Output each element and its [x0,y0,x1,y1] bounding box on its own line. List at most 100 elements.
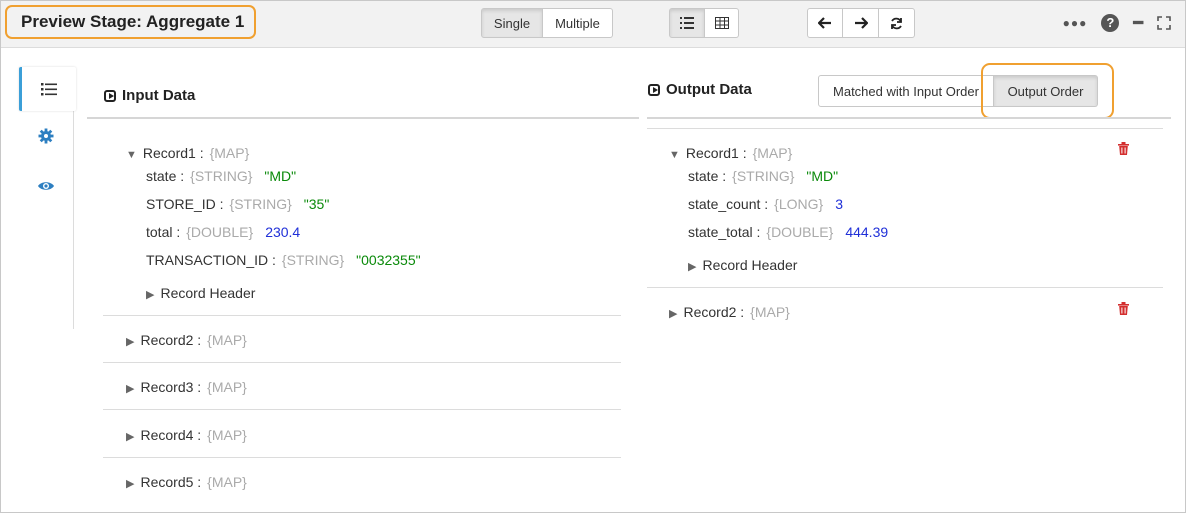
field-value: "0032355" [356,252,421,268]
divider [647,287,1163,288]
previous-button[interactable] [807,8,843,38]
caret-right-icon: ▶ [669,308,678,320]
record-label: Record5 : [140,474,202,490]
record-type: {MAP} [209,145,250,161]
record-label: Record2 : [683,304,745,320]
minimize-icon[interactable]: ━ [1133,13,1143,33]
record-label: Record3 : [140,379,202,395]
record-type: {MAP} [752,145,793,161]
preview-mode-toggle: Single Multiple [481,8,613,38]
divider [103,315,621,316]
window-controls: ●●● ? ━ [1063,13,1171,33]
input-record1[interactable]: ▼ Record1 : {MAP} [126,145,249,161]
table-view-button[interactable] [705,8,739,38]
output-record1[interactable]: ▼ Record1 : {MAP} [669,145,792,161]
side-navigation [19,67,76,329]
field-type: {LONG} [774,196,824,212]
caret-right-icon: ▶ [688,261,697,273]
arrow-left-icon [818,17,831,29]
input-record4[interactable]: ▶ Record4 : {MAP} [126,427,247,443]
record-type: {MAP} [207,427,247,443]
caret-right-icon: ▶ [126,478,135,490]
input-field-total: total : {DOUBLE} 230.4 [146,224,300,240]
field-value: 3 [835,196,843,212]
caret-down-icon: ▼ [669,149,680,161]
record-header-label: Record Header [702,257,798,273]
field-type: {DOUBLE} [186,224,254,240]
record-type: {MAP} [207,379,247,395]
refresh-icon [891,17,902,29]
single-button[interactable]: Single [481,8,543,38]
field-type: {STRING} [732,168,795,184]
field-name: STORE_ID : [146,196,224,212]
field-value: 230.4 [265,224,301,240]
caret-right-icon: ▶ [126,431,135,443]
input-record3[interactable]: ▶ Record3 : {MAP} [126,379,247,395]
nav-records[interactable] [19,67,76,111]
next-button[interactable] [843,8,879,38]
record-type: {MAP} [207,474,247,490]
caret-right-icon: ▶ [126,336,135,348]
caret-right-icon: ▶ [126,383,135,395]
output-field-state: state : {STRING} "MD" [688,168,838,184]
trash-icon [1118,142,1129,155]
record-navigation [807,8,915,38]
divider [103,409,621,410]
field-name: state : [146,168,185,184]
input-data-title: Input Data [104,87,195,104]
caret-down-icon: ▼ [126,149,137,161]
output-field-state-total: state_total : {DOUBLE} 444.39 [688,224,888,240]
nav-preview[interactable] [19,164,73,208]
field-value: "35" [303,196,330,212]
divider [647,128,1163,129]
delete-record1-button[interactable] [1118,142,1129,158]
record-type: {MAP} [207,332,247,348]
output-data-title: Output Data [648,81,752,98]
list-view-button[interactable] [669,8,705,38]
delete-record2-button[interactable] [1118,302,1129,318]
output-record2[interactable]: ▶ Record2 : {MAP} [669,304,790,320]
record-label: Record1 : [142,145,204,161]
input-field-store-id: STORE_ID : {STRING} "35" [146,196,329,212]
nav-configuration[interactable] [19,114,73,158]
output-data-label: Output Data [666,81,752,98]
input-field-transaction-id: TRANSACTION_ID : {STRING} "0032355" [146,252,421,268]
trash-icon [1118,302,1129,315]
play-icon [104,89,116,102]
field-type: {STRING} [229,196,292,212]
input-record5[interactable]: ▶ Record5 : {MAP} [126,474,247,490]
divider [103,362,621,363]
field-value: "MD" [806,168,839,184]
field-type: {STRING} [281,252,345,268]
help-icon[interactable]: ? [1101,14,1120,32]
multiple-button[interactable]: Multiple [543,8,613,38]
refresh-button[interactable] [879,8,915,38]
record-type: {MAP} [750,304,790,320]
output-record-header[interactable]: ▶ Record Header [688,257,797,273]
input-record-header[interactable]: ▶ Record Header [146,285,255,301]
divider [647,117,1171,119]
field-name: state_total : [688,224,761,240]
input-data-label: Input Data [122,87,196,104]
table-view-icon [714,17,729,29]
input-field-state: state : {STRING} "MD" [146,168,296,184]
list-icon [41,82,57,95]
divider [87,117,639,119]
expand-icon[interactable] [1157,16,1171,30]
record-header-label: Record Header [160,285,256,301]
arrow-right-icon [854,17,868,29]
field-value: 444.39 [845,224,889,240]
matched-input-order-button[interactable]: Matched with Input Order [818,75,994,107]
field-name: TRANSACTION_ID : [146,252,276,268]
field-type: {DOUBLE} [766,224,834,240]
field-value: "MD" [264,168,297,184]
input-record2[interactable]: ▶ Record2 : {MAP} [126,332,247,348]
more-icon[interactable]: ●●● [1063,16,1088,30]
field-name: state_count : [688,196,769,212]
page-title: Preview Stage: Aggregate 1 [5,5,256,39]
preview-header: Preview Stage: Aggregate 1 Single Multip… [1,1,1185,48]
record-label: Record4 : [140,427,202,443]
preview-window: Preview Stage: Aggregate 1 Single Multip… [0,0,1186,513]
field-name: state : [688,168,727,184]
field-name: total : [146,224,181,240]
